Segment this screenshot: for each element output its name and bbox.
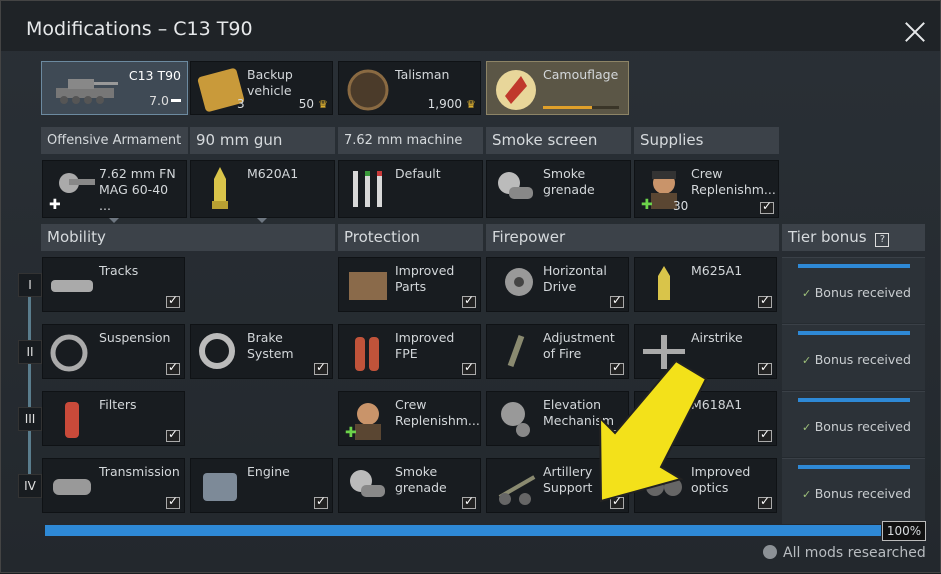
overall-progress-fill [45,525,881,536]
progress-percent: 100% [882,521,926,541]
arrow-annotation-icon [598,359,708,503]
research-icon [763,545,777,559]
modifications-window: Modifications – C13 T90 C13 T90 7.0 Back… [0,0,941,573]
all-mods-status: All mods researched [763,545,926,561]
overall-progress-bar [45,525,881,536]
status-text: All mods researched [783,545,926,561]
